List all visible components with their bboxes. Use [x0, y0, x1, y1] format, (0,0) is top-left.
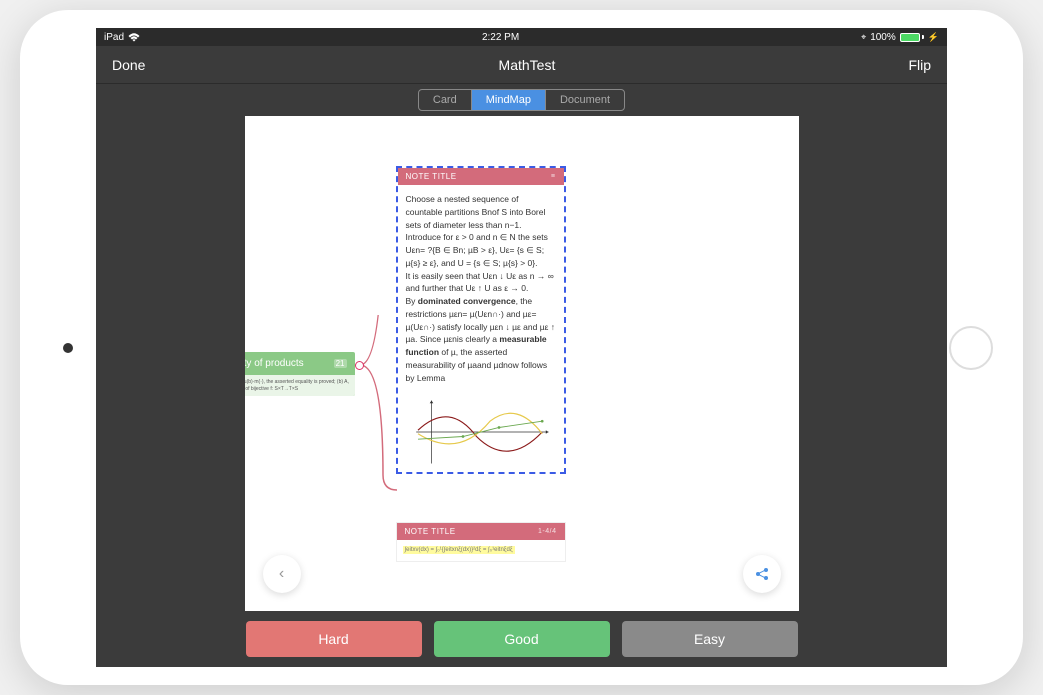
node-connector — [355, 365, 397, 367]
sibling-formula: ∫eitxν(dx) = ∫₀¹{∫eitxnξ(dx)}²dξ = ∫₀¹ei… — [403, 546, 515, 554]
note-badge-icon: ≡ — [551, 173, 556, 180]
parent-node-title: measurability of products — [245, 358, 304, 369]
done-button[interactable]: Done — [112, 57, 145, 73]
status-left: iPad — [104, 32, 140, 43]
active-note-card[interactable]: NOTE TITLE ≡ Choose a nested sequence of… — [396, 166, 566, 474]
status-bar: iPad 2:22 PM ⌖ 100% ⚡ — [96, 28, 947, 46]
nav-bar: Done MathTest Flip — [96, 46, 947, 84]
device-frame: iPad 2:22 PM ⌖ 100% ⚡ Done MathTest Flip — [20, 10, 1023, 685]
sibling-badge: 1-4/4 — [538, 528, 556, 535]
mindmap-content: measurability of products 21 Lemma: (a) … — [245, 116, 799, 611]
segment-control: Card MindMap Document — [418, 89, 625, 111]
segment-mindmap[interactable]: MindMap — [472, 90, 546, 110]
charging-icon: ⚡ — [928, 32, 939, 43]
bluetooth-icon: ⌖ — [861, 32, 866, 43]
note-para-3a: By — [406, 296, 418, 306]
sibling-title-bar: NOTE TITLE 1-4/4 — [397, 523, 565, 540]
good-button[interactable]: Good — [434, 621, 610, 657]
app-screen: iPad 2:22 PM ⌖ 100% ⚡ Done MathTest Flip — [96, 28, 947, 667]
sibling-title-label: NOTE TITLE — [405, 527, 456, 536]
share-button[interactable] — [743, 555, 781, 593]
chevron-left-icon: ‹ — [279, 565, 284, 583]
battery-percentage: 100% — [870, 32, 896, 43]
hard-button[interactable]: Hard — [246, 621, 422, 657]
note-title-label: NOTE TITLE — [406, 172, 457, 181]
connector-dot-icon — [355, 361, 364, 370]
note-graph — [398, 392, 564, 472]
page-title: MathTest — [499, 57, 556, 73]
home-button[interactable] — [949, 326, 993, 370]
back-button[interactable]: ‹ — [263, 555, 301, 593]
parent-node-badge: 21 — [334, 359, 347, 368]
main-area: measurability of products 21 Lemma: (a) … — [96, 116, 947, 611]
clock-time: 2:22 PM — [482, 32, 519, 43]
view-mode-bar: Card MindMap Document — [96, 84, 947, 116]
note-body: Choose a nested sequence of countable pa… — [398, 185, 564, 392]
battery-icon — [900, 33, 924, 42]
note-para-1: Choose a nested sequence of countable pa… — [406, 194, 548, 268]
segment-card[interactable]: Card — [419, 90, 472, 110]
flip-button[interactable]: Flip — [908, 57, 931, 73]
sibling-note-card[interactable]: NOTE TITLE 1-4/4 ∫eitxν(dx) = ∫₀¹{∫eitxn… — [396, 522, 566, 562]
wifi-icon — [128, 33, 140, 42]
status-right: ⌖ 100% ⚡ — [861, 32, 939, 43]
rating-bar: Hard Good Easy — [96, 611, 947, 667]
share-network-icon — [754, 566, 770, 582]
note-para-2: It is easily seen that Uεn ↓ Uε as n → ∞… — [406, 271, 554, 294]
device-label: iPad — [104, 32, 124, 43]
note-title-bar: NOTE TITLE ≡ — [398, 168, 564, 185]
segment-document[interactable]: Document — [546, 90, 624, 110]
mindmap-canvas[interactable]: measurability of products 21 Lemma: (a) … — [245, 116, 799, 611]
parent-node-snippet: Lemma: (a) µ(a×b)=µ(a)·µ(b)·m(·), the as… — [245, 375, 355, 396]
camera-dot — [63, 343, 73, 353]
note-strong-1: dominated convergence — [418, 296, 516, 306]
easy-button[interactable]: Easy — [622, 621, 798, 657]
sibling-body: ∫eitxν(dx) = ∫₀¹{∫eitxnξ(dx)}²dξ = ∫₀¹ei… — [397, 540, 565, 561]
parent-node[interactable]: measurability of products 21 Lemma: (a) … — [245, 352, 355, 396]
